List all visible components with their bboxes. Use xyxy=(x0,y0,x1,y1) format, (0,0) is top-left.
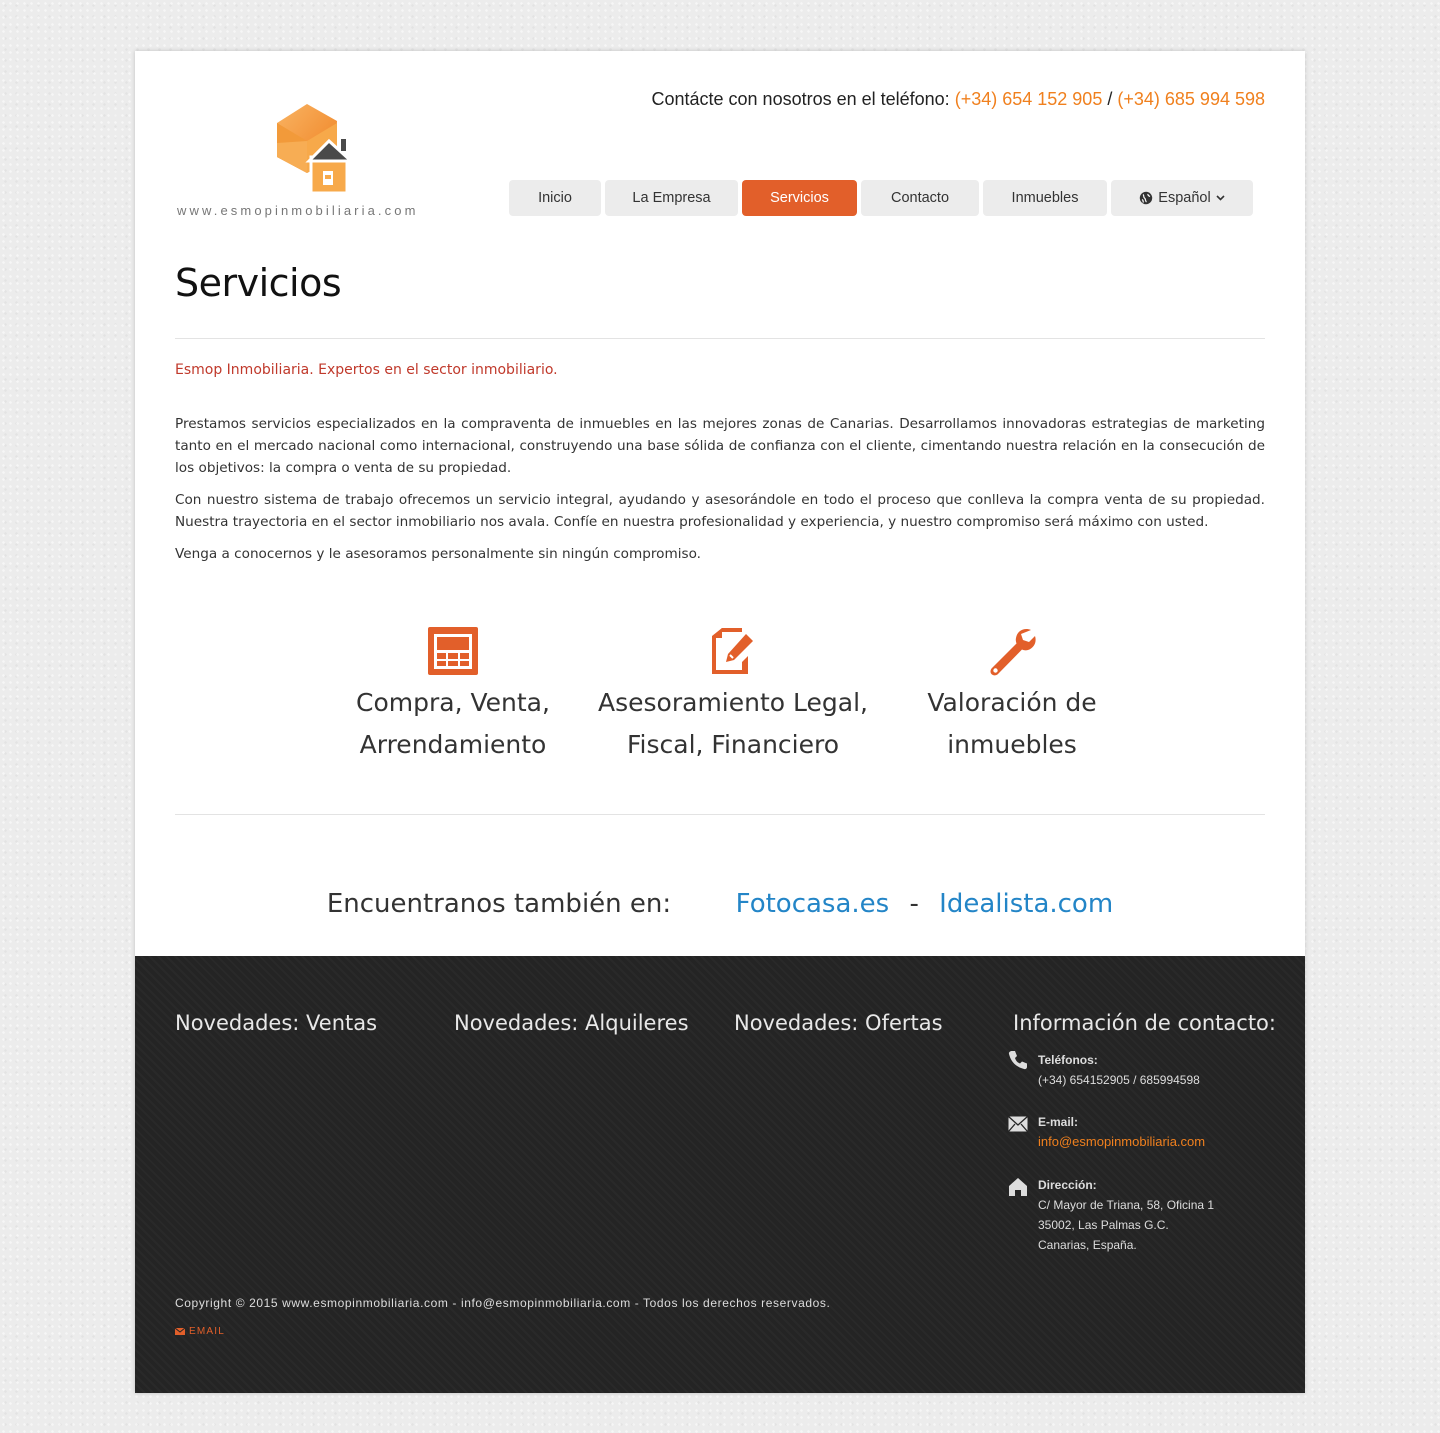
service-label-line2: Fiscal, Financiero xyxy=(626,730,840,759)
address-line-3: Canarias, España. xyxy=(1038,1238,1137,1252)
footer-title-contacto: Información de contacto: xyxy=(1013,1011,1276,1035)
page-title: Servicios xyxy=(175,261,342,305)
home-icon xyxy=(1009,1178,1027,1196)
envelope-small-icon xyxy=(175,1328,185,1335)
service-valoracion: Valoración de inmuebles xyxy=(872,626,1152,766)
wrench-icon xyxy=(990,628,1036,676)
title-divider xyxy=(175,338,1265,339)
page-container: www.esmopinmobiliaria.com Contácte con n… xyxy=(135,51,1305,1393)
contact-prefix: Contácte con nosotros en el teléfono: xyxy=(651,89,950,109)
envelope-icon xyxy=(1008,1116,1028,1132)
contact-phones: Teléfonos: (+34) 654152905 / 685994598 xyxy=(1008,1050,1200,1090)
phones-value: (+34) 654152905 / 685994598 xyxy=(1038,1073,1200,1087)
footer-email-link[interactable]: EMAIL xyxy=(175,1326,225,1337)
nav-contacto[interactable]: Contacto xyxy=(861,180,979,216)
address-line-2: 35002, Las Palmas G.C. xyxy=(1038,1218,1169,1232)
phone-link-2[interactable]: (+34) 685 994 598 xyxy=(1117,89,1265,109)
footer-title-ventas: Novedades: Ventas xyxy=(175,1011,378,1035)
site-logo[interactable]: www.esmopinmobiliaria.com xyxy=(175,101,455,221)
service-asesoramiento: Asesoramiento Legal, Fiscal, Financiero xyxy=(593,626,873,766)
phones-label: Teléfonos: xyxy=(1038,1053,1098,1067)
contact-address: Dirección: C/ Mayor de Triana, 58, Ofici… xyxy=(1009,1175,1215,1255)
service-label-line1: Asesoramiento Legal, xyxy=(598,688,868,717)
globe-icon xyxy=(1140,191,1153,205)
service-label-line1: Valoración de xyxy=(927,688,1097,717)
header-contact-line: Contácte con nosotros en el teléfono: (+… xyxy=(651,89,1265,110)
phone-icon xyxy=(1008,1051,1027,1070)
tagline: Esmop Inmobiliaria. Expertos en el secto… xyxy=(175,362,558,378)
window-icon xyxy=(428,627,478,675)
edit-document-icon xyxy=(712,628,753,674)
address-label: Dirección: xyxy=(1038,1178,1097,1192)
footer-title-alquileres: Novedades: Alquileres xyxy=(454,1011,689,1035)
nav-servicios[interactable]: Servicios xyxy=(742,180,857,216)
service-label-line2: Arrendamiento xyxy=(359,730,547,759)
service-label-line2: inmuebles xyxy=(947,730,1077,759)
logo-url-text: www.esmopinmobiliaria.com xyxy=(177,203,419,218)
find-us-separator: - xyxy=(909,889,919,919)
email-label: E-mail: xyxy=(1038,1115,1079,1129)
intro-paragraph-3: Venga a conocernos y le asesoramos perso… xyxy=(175,546,701,562)
language-dropdown[interactable]: Español xyxy=(1111,180,1253,216)
language-label: Español xyxy=(1158,190,1211,206)
phone-separator: / xyxy=(1107,89,1113,109)
contact-email: E-mail: info@esmopinmobiliaria.com xyxy=(1008,1112,1205,1152)
idealista-link[interactable]: Idealista.com xyxy=(939,889,1113,919)
find-us-label: Encuentranos también en: xyxy=(326,889,672,919)
address-line-1: C/ Mayor de Triana, 58, Oficina 1 xyxy=(1038,1198,1215,1212)
service-label-line1: Compra, Venta, xyxy=(356,688,550,717)
nav-inicio[interactable]: Inicio xyxy=(509,180,601,216)
service-compra-venta: Compra, Venta, Arrendamiento xyxy=(313,626,593,766)
nav-inmuebles[interactable]: Inmuebles xyxy=(983,180,1107,216)
fotocasa-link[interactable]: Fotocasa.es xyxy=(736,889,890,919)
services-divider xyxy=(175,814,1265,815)
chevron-down-icon xyxy=(1216,195,1225,201)
main-nav: Inicio La Empresa Servicios Contacto Inm… xyxy=(509,180,1253,216)
house-logo-icon xyxy=(277,104,355,195)
site-footer: Novedades: Ventas Novedades: Alquileres … xyxy=(135,956,1305,1393)
phone-link-1[interactable]: (+34) 654 152 905 xyxy=(955,89,1103,109)
intro-paragraph-1: Prestamos servicios especializados en la… xyxy=(175,416,1265,476)
footer-title-ofertas: Novedades: Ofertas xyxy=(734,1011,943,1035)
copyright-text: Copyright © 2015 www.esmopinmobiliaria.c… xyxy=(175,1296,831,1310)
email-value-link[interactable]: info@esmopinmobiliaria.com xyxy=(1038,1132,1205,1152)
intro-paragraph-2: Con nuestro sistema de trabajo ofrecemos… xyxy=(175,492,1265,530)
footer-email-label: EMAIL xyxy=(189,1326,226,1337)
nav-la-empresa[interactable]: La Empresa xyxy=(605,180,738,216)
find-us-line: Encuentranos también en: Fotocasa.es - I… xyxy=(135,889,1305,919)
